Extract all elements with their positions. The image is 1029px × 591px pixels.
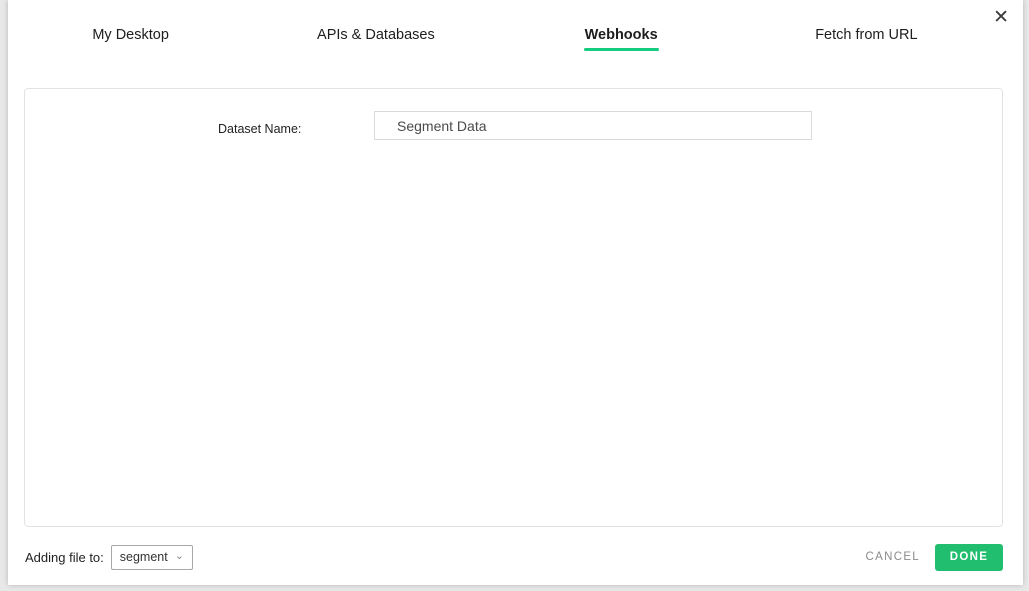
dataset-name-label: Dataset Name: [218, 122, 302, 136]
tab-apis-databases[interactable]: APIs & Databases [253, 27, 498, 45]
tab-bar: My Desktop APIs & Databases Webhooks Fet… [8, 0, 989, 72]
tab-fetch-from-url-label: Fetch from URL [815, 27, 918, 43]
cancel-button[interactable]: CANCEL [866, 551, 920, 563]
tab-my-desktop-label: My Desktop [92, 27, 169, 43]
close-icon[interactable]: ✕ [993, 8, 1009, 27]
dataset-name-input[interactable] [374, 111, 812, 140]
folder-dropdown[interactable]: segment ⌄ [110, 544, 193, 570]
tab-apis-databases-label: APIs & Databases [317, 27, 435, 43]
done-button[interactable]: DONE [935, 543, 1003, 571]
chevron-down-icon: ⌄ [174, 549, 184, 562]
adding-file-label: Adding file to: [25, 549, 104, 565]
adding-file-group: Adding file to: segment ⌄ [25, 544, 193, 570]
tab-webhooks-label: Webhooks [583, 27, 659, 51]
action-buttons: CANCEL DONE [866, 543, 1003, 571]
import-dataset-modal: My Desktop APIs & Databases Webhooks Fet… [8, 0, 1023, 585]
tab-my-desktop[interactable]: My Desktop [8, 27, 253, 45]
tab-fetch-from-url[interactable]: Fetch from URL [744, 27, 989, 45]
tab-webhooks[interactable]: Webhooks [499, 27, 744, 51]
folder-dropdown-value: segment [119, 550, 168, 564]
modal-footer: Adding file to: segment ⌄ CANCEL DONE [25, 540, 1003, 574]
webhooks-content-panel: Dataset Name: [24, 88, 1003, 527]
